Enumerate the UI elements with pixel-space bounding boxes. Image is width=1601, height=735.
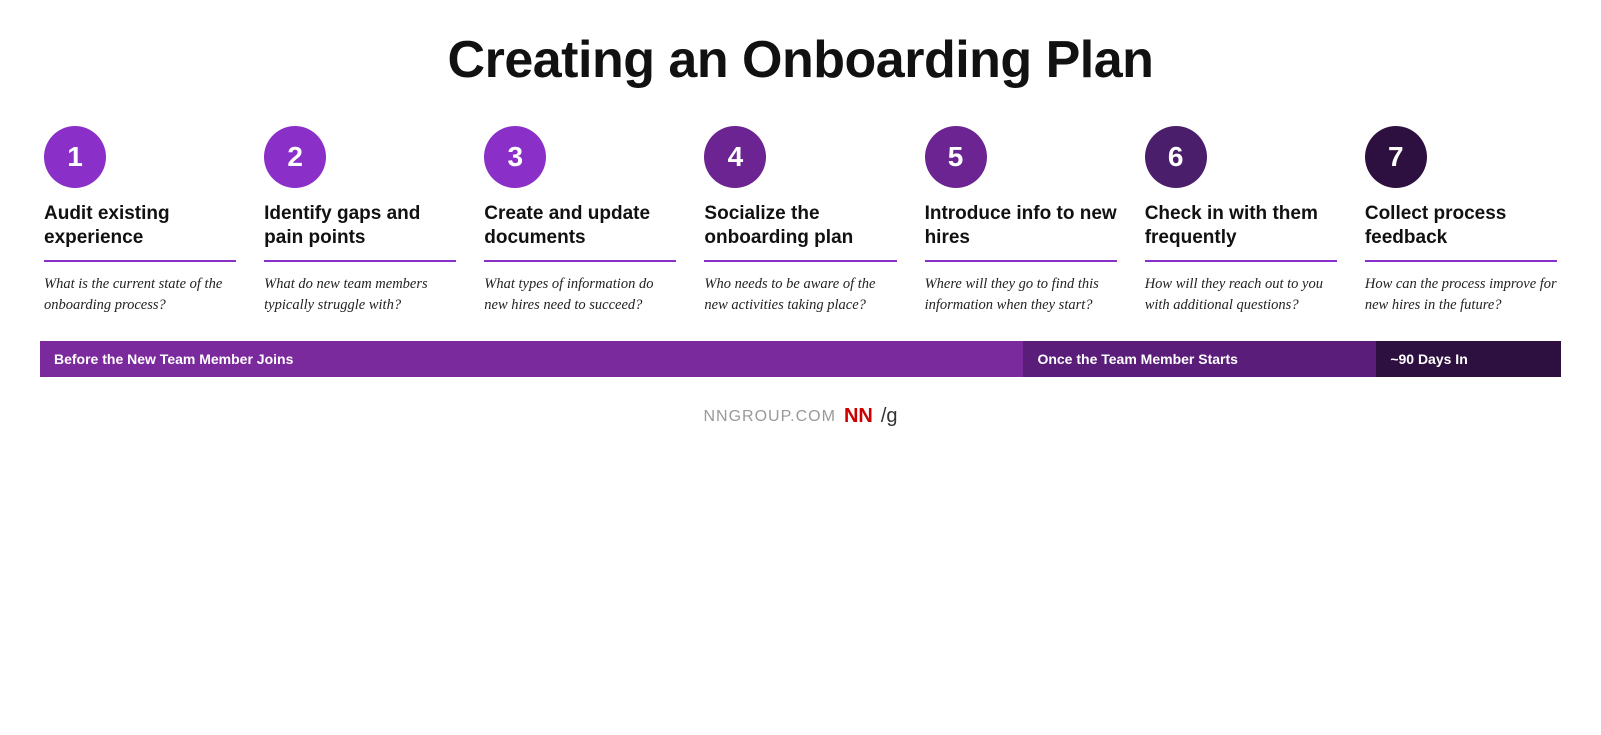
timeline-segment-3: ~90 Days In bbox=[1376, 341, 1561, 377]
step-number-1: 1 bbox=[44, 126, 106, 188]
step-divider-5 bbox=[925, 260, 1117, 262]
steps-container: 1 Audit existing experience What is the … bbox=[40, 126, 1561, 317]
step-5: 5 Introduce info to new hires Where will… bbox=[911, 126, 1131, 317]
footer-nngroup-label: NNGROUP.COM bbox=[703, 408, 836, 426]
step-title-6: Check in with them frequently bbox=[1145, 202, 1337, 250]
step-divider-2 bbox=[264, 260, 456, 262]
step-number-2: 2 bbox=[264, 126, 326, 188]
step-divider-6 bbox=[1145, 260, 1337, 262]
step-question-6: How will they reach out to you with addi… bbox=[1145, 274, 1337, 318]
step-number-5: 5 bbox=[925, 126, 987, 188]
page-title: Creating an Onboarding Plan bbox=[448, 30, 1154, 90]
step-number-3: 3 bbox=[484, 126, 546, 188]
step-divider-7 bbox=[1365, 260, 1557, 262]
step-question-5: Where will they go to find this informat… bbox=[925, 274, 1117, 318]
step-title-5: Introduce info to new hires bbox=[925, 202, 1117, 250]
footer-nn-label: NN bbox=[844, 405, 873, 428]
step-title-4: Socialize the onboarding plan bbox=[704, 202, 896, 250]
step-divider-4 bbox=[704, 260, 896, 262]
step-title-7: Collect process feedback bbox=[1365, 202, 1557, 250]
step-1: 1 Audit existing experience What is the … bbox=[40, 126, 250, 317]
step-title-2: Identify gaps and pain points bbox=[264, 202, 456, 250]
step-question-2: What do new team members typically strug… bbox=[264, 274, 456, 318]
step-number-6: 6 bbox=[1145, 126, 1207, 188]
step-2: 2 Identify gaps and pain points What do … bbox=[250, 126, 470, 317]
step-4: 4 Socialize the onboarding plan Who need… bbox=[690, 126, 910, 317]
step-7: 7 Collect process feedback How can the p… bbox=[1351, 126, 1561, 317]
step-number-7: 7 bbox=[1365, 126, 1427, 188]
step-title-3: Create and update documents bbox=[484, 202, 676, 250]
step-title-1: Audit existing experience bbox=[44, 202, 236, 250]
step-3: 3 Create and update documents What types… bbox=[470, 126, 690, 317]
step-question-4: Who needs to be aware of the new activit… bbox=[704, 274, 896, 318]
step-6: 6 Check in with them frequently How will… bbox=[1131, 126, 1351, 317]
timeline-bar: Before the New Team Member JoinsOnce the… bbox=[40, 341, 1561, 377]
step-question-7: How can the process improve for new hire… bbox=[1365, 274, 1557, 318]
step-divider-1 bbox=[44, 260, 236, 262]
footer-slash-g: /g bbox=[881, 405, 898, 428]
step-divider-3 bbox=[484, 260, 676, 262]
step-number-4: 4 bbox=[704, 126, 766, 188]
step-question-1: What is the current state of the onboard… bbox=[44, 274, 236, 318]
timeline-segment-1: Before the New Team Member Joins bbox=[40, 341, 1023, 377]
footer: NNGROUP.COM NN/g bbox=[703, 405, 897, 428]
step-question-3: What types of information do new hires n… bbox=[484, 274, 676, 318]
timeline-segment-2: Once the Team Member Starts bbox=[1023, 341, 1376, 377]
